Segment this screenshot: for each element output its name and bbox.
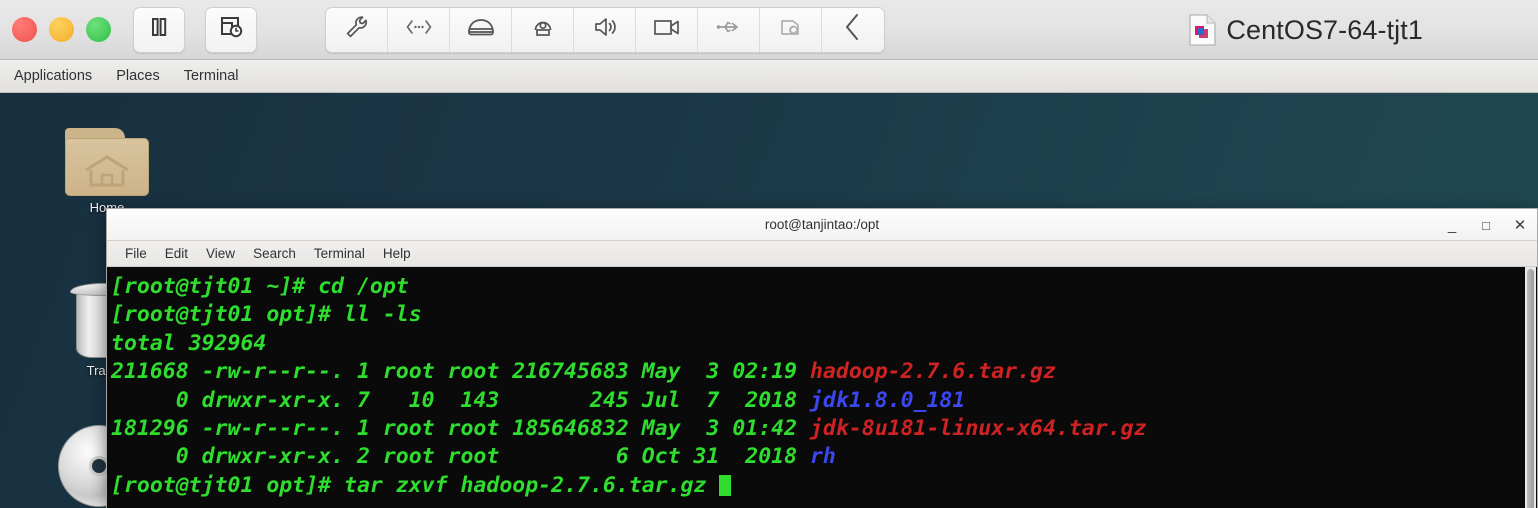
terminal-maximize-button[interactable]: □ (1479, 219, 1493, 232)
pause-icon (147, 15, 171, 44)
terminal-text-segment: jdk-8u181-linux-x64.tar.gz (809, 416, 1147, 442)
vm-title-area: CentOS7-64-tjt1 (1189, 0, 1423, 60)
terminal-text-segment: 0 drwxr-xr-x. 2 root root 6 Oct 31 2018 (111, 444, 810, 470)
desktop-icon-home[interactable]: Home (52, 128, 162, 215)
network-adapter-button[interactable] (388, 7, 450, 52)
collapse-chevron-button[interactable] (822, 8, 884, 52)
video-camera-button[interactable] (636, 7, 698, 52)
terminal-scrollbar[interactable] (1525, 267, 1536, 508)
terminal-text-segment: [root@tjt01 opt]# ll -ls (111, 302, 422, 328)
terminal-line: [root@tjt01 opt]# ll -ls (111, 301, 1537, 329)
terminal-text-segment: jdk1.8.0_181 (809, 387, 966, 413)
terminal-cursor (719, 474, 732, 496)
terminal-text-segment: [root@tjt01 opt]# tar zxvf hadoop-2.7.6.… (111, 472, 720, 498)
terminal-line: 211668 -rw-r--r--. 1 root root 216745683… (111, 358, 1537, 386)
hard-disk-icon (466, 16, 496, 43)
zoom-window-button[interactable] (86, 17, 111, 42)
vmware-app-window: CentOS7-64-tjt1 Applications Places Term… (0, 0, 1538, 508)
pause-button[interactable] (133, 6, 185, 53)
terminal-menu-terminal[interactable]: Terminal (305, 246, 374, 261)
terminal-text-segment: total 392964 (111, 330, 267, 356)
gnome-top-panel: Applications Places Terminal (0, 60, 1538, 93)
settings-wrench-icon (344, 14, 370, 45)
vmware-titlebar: CentOS7-64-tjt1 (0, 0, 1538, 60)
terminal-menu-edit[interactable]: Edit (156, 246, 197, 261)
terminal-text-segment: 0 drwxr-xr-x. 7 10 143 245 Jul 7 2018 (111, 387, 810, 413)
hard-disk-button[interactable] (450, 7, 512, 52)
terminal-line: [root@tjt01 ~]# cd /opt (111, 273, 1537, 301)
gnome-menu-applications[interactable]: Applications (2, 60, 104, 93)
terminal-text: [root@tjt01 ~]# cd /opt [root@tjt01 opt]#… (111, 273, 1537, 500)
network-adapter-icon (405, 16, 433, 43)
terminal-close-button[interactable]: ✕ (1513, 218, 1527, 233)
collapse-chevron-icon (842, 11, 864, 48)
terminal-line: [root@tjt01 opt]# tar zxvf hadoop-2.7.6.… (111, 472, 1537, 500)
house-glyph-icon (85, 155, 129, 187)
vm-device-toolbar (325, 6, 885, 53)
terminal-line: 0 drwxr-xr-x. 7 10 143 245 Jul 7 2018 jd… (111, 387, 1537, 415)
camera-icon (529, 15, 557, 44)
home-folder-icon (65, 128, 149, 196)
terminal-text-segment: 211668 -rw-r--r--. 1 root root 216745683… (111, 359, 810, 385)
terminal-menu-view[interactable]: View (197, 246, 244, 261)
settings-wrench-button[interactable] (326, 7, 388, 52)
camera-button[interactable] (512, 7, 574, 52)
terminal-line: total 392964 (111, 330, 1537, 358)
window-traffic-lights (12, 17, 111, 42)
terminal-minimize-button[interactable]: _ (1445, 218, 1459, 233)
terminal-output-area[interactable]: [root@tjt01 ~]# cd /opt [root@tjt01 opt]#… (107, 267, 1537, 508)
snapshot-button[interactable] (205, 6, 257, 53)
terminal-text-segment: rh (809, 444, 836, 470)
vm-window-title: CentOS7-64-tjt1 (1226, 14, 1423, 45)
terminal-scrollbar-thumb[interactable] (1527, 269, 1534, 508)
terminal-window-controls: _ □ ✕ (1445, 209, 1527, 241)
usb-button[interactable] (698, 7, 760, 52)
sound-card-icon (591, 15, 619, 44)
terminal-menu-help[interactable]: Help (374, 246, 420, 261)
gnome-menu-places[interactable]: Places (104, 60, 172, 93)
close-window-button[interactable] (12, 17, 37, 42)
terminal-window: root@tanjintao:/opt _ □ ✕ File Edit View… (106, 208, 1538, 508)
sound-card-button[interactable] (574, 7, 636, 52)
terminal-line: 181296 -rw-r--r--. 1 root root 185646832… (111, 415, 1537, 443)
gnome-menu-terminal[interactable]: Terminal (172, 60, 251, 93)
vmware-file-icon (1189, 14, 1217, 46)
terminal-menu-file[interactable]: File (116, 246, 156, 261)
usb-icon (714, 17, 744, 42)
terminal-titlebar: root@tanjintao:/opt _ □ ✕ (107, 209, 1537, 241)
terminal-line: 0 drwxr-xr-x. 2 root root 6 Oct 31 2018 … (111, 443, 1537, 471)
video-camera-icon (652, 17, 682, 42)
terminal-menubar: File Edit View Search Terminal Help (107, 241, 1537, 267)
terminal-text-segment: [root@tjt01 ~]# cd /opt (111, 274, 409, 299)
terminal-text-segment: hadoop-2.7.6.tar.gz (809, 359, 1056, 385)
terminal-text-segment: 181296 -rw-r--r--. 1 root root 185646832… (111, 416, 810, 442)
terminal-menu-search[interactable]: Search (244, 246, 305, 261)
terminal-title: root@tanjintao:/opt (764, 217, 880, 232)
snapshot-icon (218, 14, 244, 45)
printer-icon (777, 15, 805, 44)
printer-button[interactable] (760, 7, 822, 52)
minimize-window-button[interactable] (49, 17, 74, 42)
